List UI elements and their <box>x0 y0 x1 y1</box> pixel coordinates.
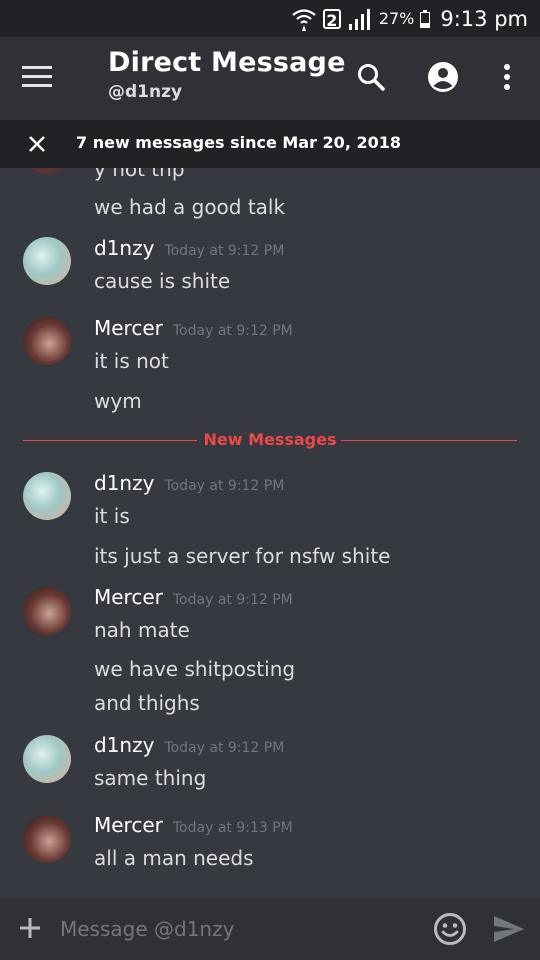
message-list[interactable]: y not tnp we had a good talk d1nzy Today … <box>0 168 540 898</box>
new-messages-banner[interactable]: 7 new messages since Mar 20, 2018 <box>0 120 540 168</box>
close-icon[interactable] <box>27 134 47 154</box>
message-text: we had a good talk <box>94 195 286 219</box>
author-name[interactable]: Mercer <box>94 585 163 609</box>
emoji-icon[interactable] <box>433 912 467 946</box>
message-text: all a man needs <box>94 846 254 870</box>
banner-text: 7 new messages since Mar 20, 2018 <box>76 133 401 152</box>
search-icon[interactable] <box>355 61 387 93</box>
message-text: y not tnp <box>94 168 185 181</box>
message-header: d1nzy Today at 9:12 PM <box>94 471 284 495</box>
page-subtitle: @d1nzy <box>108 82 183 102</box>
plus-icon[interactable] <box>18 916 42 940</box>
message-text: and thighs <box>94 691 200 715</box>
message-composer <box>0 898 540 960</box>
send-icon[interactable] <box>492 914 526 944</box>
more-options-icon[interactable] <box>491 61 523 93</box>
title-block: Direct Message @d1nzy <box>108 47 346 102</box>
author-name[interactable]: d1nzy <box>94 733 154 757</box>
app-toolbar: Direct Message @d1nzy <box>0 37 540 120</box>
status-clock: 9:13 pm <box>440 6 528 31</box>
avatar[interactable] <box>23 237 71 285</box>
message-text: cause is shite <box>94 269 231 293</box>
avatar[interactable] <box>23 472 71 520</box>
avatar[interactable] <box>23 735 71 783</box>
message-text: wym <box>94 389 142 413</box>
avatar[interactable] <box>23 587 71 635</box>
menu-icon[interactable] <box>22 66 52 90</box>
timestamp: Today at 9:12 PM <box>164 740 285 756</box>
timestamp: Today at 9:12 PM <box>172 323 293 339</box>
avatar[interactable] <box>23 815 71 863</box>
battery-percent: 27% <box>378 9 415 28</box>
avatar[interactable] <box>23 317 71 365</box>
timestamp: Today at 9:12 PM <box>172 592 293 608</box>
status-indicators: 2 27% 9:13 pm <box>291 0 528 37</box>
timestamp: Today at 9:12 PM <box>164 478 285 494</box>
message-text: it is <box>94 504 130 528</box>
message-input[interactable] <box>60 913 420 945</box>
wifi-icon <box>292 8 316 31</box>
message-text: same thing <box>94 766 207 790</box>
battery-icon <box>420 9 431 28</box>
message-text: nah mate <box>94 618 190 642</box>
timestamp: Today at 9:13 PM <box>172 820 293 836</box>
profile-icon[interactable] <box>427 61 459 93</box>
message-header: Mercer Today at 9:13 PM <box>94 813 293 837</box>
author-name[interactable]: d1nzy <box>94 471 154 495</box>
status-bar: 2 27% 9:13 pm <box>0 0 540 37</box>
divider-label: New Messages <box>203 430 337 449</box>
message-header: Mercer Today at 9:12 PM <box>94 316 293 340</box>
signal-icon <box>348 8 370 30</box>
timestamp: Today at 9:12 PM <box>164 243 285 259</box>
page-title: Direct Message <box>108 47 346 78</box>
message-text: it is not <box>94 349 169 373</box>
author-name[interactable]: Mercer <box>94 316 163 340</box>
avatar[interactable] <box>23 168 71 174</box>
author-name[interactable]: d1nzy <box>94 236 154 260</box>
message-header: d1nzy Today at 9:12 PM <box>94 733 284 757</box>
sim-badge: 2 <box>322 8 341 30</box>
message-header: d1nzy Today at 9:12 PM <box>94 236 284 260</box>
message-header: Mercer Today at 9:12 PM <box>94 585 293 609</box>
message-text: its just a server for nsfw shite <box>94 544 391 568</box>
new-messages-divider: New Messages <box>23 430 517 450</box>
author-name[interactable]: Mercer <box>94 813 163 837</box>
message-text: we have shitposting <box>94 657 296 681</box>
